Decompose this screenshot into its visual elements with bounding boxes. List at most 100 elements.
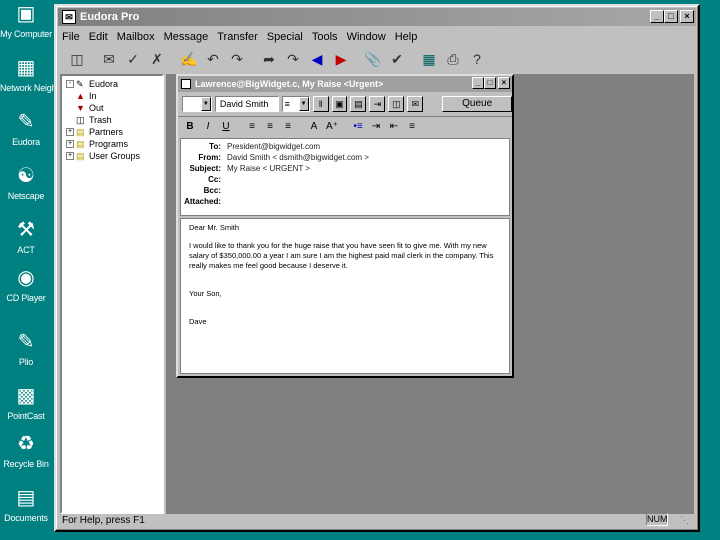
message-icon bbox=[181, 79, 191, 89]
message-maximize-button[interactable]: □ bbox=[484, 77, 496, 89]
bullet-list-icon[interactable]: •≡ bbox=[350, 119, 366, 135]
close-button[interactable]: × bbox=[680, 10, 694, 23]
body-name: Dave bbox=[189, 317, 207, 326]
trash-icon: ◫ bbox=[76, 114, 85, 125]
menu-mailbox[interactable]: Mailbox bbox=[117, 31, 155, 43]
message-titlebar[interactable]: Lawrence@BigWidget.c, My Raise <Urgent> … bbox=[178, 76, 512, 92]
attach-file-icon[interactable]: 📎 bbox=[362, 48, 384, 70]
next-message-icon[interactable]: ▶ bbox=[330, 48, 352, 70]
delete-message-icon[interactable]: ✗ bbox=[146, 48, 168, 70]
new-message-icon[interactable]: ✍ bbox=[178, 48, 200, 70]
menu-edit[interactable]: Edit bbox=[89, 31, 108, 43]
underline-button[interactable]: U bbox=[218, 119, 234, 135]
align-center-icon[interactable]: ≡ bbox=[262, 119, 278, 135]
chevron-down-icon[interactable]: ▼ bbox=[200, 97, 211, 111]
mailbox-tree: - ✎ Eudora ▲ In ▼ Out ◫ Trash + ▤ Partne… bbox=[60, 74, 164, 514]
to-field[interactable]: President@bigwidget.com bbox=[227, 142, 320, 151]
expand-icon[interactable]: + bbox=[66, 128, 74, 136]
indent-icon[interactable]: ⇥ bbox=[368, 119, 384, 135]
word-wrap-toggle[interactable]: ▤ bbox=[350, 96, 367, 112]
folder-programs[interactable]: + ▤ Programs bbox=[66, 138, 162, 150]
desktop-icon-act[interactable]: ⚒ ACT bbox=[0, 218, 52, 255]
align-left-icon[interactable]: ≡ bbox=[244, 119, 260, 135]
subject-field[interactable]: My Raise < URGENT > bbox=[227, 164, 310, 173]
send-queued-icon[interactable]: ✓ bbox=[122, 48, 144, 70]
desktop-icon-netscape[interactable]: ☯ Netscape bbox=[0, 164, 52, 201]
header-attached[interactable]: Attached: bbox=[181, 196, 509, 207]
menu-window[interactable]: Window bbox=[347, 31, 386, 43]
menu-file[interactable]: File bbox=[62, 31, 80, 43]
check-mail-icon[interactable]: ✉ bbox=[98, 48, 120, 70]
header-cc[interactable]: Cc: bbox=[181, 174, 509, 185]
expand-icon[interactable]: + bbox=[66, 152, 74, 160]
desktop-icon-plio[interactable]: ✎ Plio bbox=[0, 330, 52, 367]
from-field[interactable]: David Smith < dsmith@bigwidget.com > bbox=[227, 153, 369, 162]
desktop-icon-network[interactable]: ▦ Network Neighborhood bbox=[0, 56, 88, 93]
body-paragraph: I would like to thank you for the huge r… bbox=[189, 241, 494, 270]
outdent-icon[interactable]: ⇤ bbox=[386, 119, 402, 135]
minimize-button[interactable]: _ bbox=[650, 10, 664, 23]
redirect-icon[interactable]: ↷ bbox=[282, 48, 304, 70]
menu-special[interactable]: Special bbox=[267, 31, 303, 43]
mailbox-out[interactable]: ▼ Out bbox=[66, 102, 162, 114]
message-body[interactable]: Dear Mr. Smith I would like to thank you… bbox=[180, 218, 510, 374]
forward-icon[interactable]: ➦ bbox=[258, 48, 280, 70]
menu-help[interactable]: Help bbox=[395, 31, 418, 43]
bold-button[interactable]: B bbox=[182, 119, 198, 135]
folder-eudora[interactable]: - ✎ Eudora bbox=[66, 78, 162, 90]
app-title: Eudora Pro bbox=[80, 11, 140, 23]
font-size-icon[interactable]: A⁺ bbox=[324, 119, 340, 135]
maximize-button[interactable]: □ bbox=[664, 10, 678, 23]
mailbox-trash[interactable]: ◫ Trash bbox=[66, 114, 162, 126]
menu-tools[interactable]: Tools bbox=[312, 31, 338, 43]
menu-message[interactable]: Message bbox=[164, 31, 209, 43]
attachment-type-select[interactable]: ≡ ▼ bbox=[281, 96, 310, 112]
desktop-icon-cd-player[interactable]: ◉ CD Player bbox=[0, 266, 52, 303]
spell-check-icon[interactable]: ✔ bbox=[386, 48, 408, 70]
resize-grip-icon[interactable]: ⋱ bbox=[680, 515, 692, 527]
previous-message-icon[interactable]: ◀ bbox=[306, 48, 328, 70]
app-titlebar[interactable]: ✉ Eudora Pro _ □ × bbox=[58, 8, 696, 26]
folder-icon: ▤ bbox=[76, 126, 85, 137]
signature-select[interactable]: David Smith bbox=[214, 96, 279, 112]
folder-user-groups[interactable]: + ▤ User Groups bbox=[66, 150, 162, 162]
reply-icon[interactable]: ↶ bbox=[202, 48, 224, 70]
header-from[interactable]: From: David Smith < dsmith@bigwidget.com… bbox=[181, 152, 509, 163]
blockquote-icon[interactable]: ≡ bbox=[404, 119, 420, 135]
priority-select[interactable]: ▼ bbox=[182, 96, 212, 112]
italic-button[interactable]: I bbox=[200, 119, 216, 135]
desktop-icon-eudora[interactable]: ✎ Eudora bbox=[0, 110, 52, 147]
desktop-icon-pointcast[interactable]: ▩ PointCast bbox=[0, 384, 52, 421]
keep-copy-toggle[interactable]: ◫ bbox=[388, 96, 405, 112]
header-bcc[interactable]: Bcc: bbox=[181, 185, 509, 196]
quoted-printable-toggle[interactable]: ‖ bbox=[312, 96, 329, 112]
chevron-down-icon[interactable]: ▼ bbox=[298, 97, 309, 111]
desktop-icon-recycle-bin[interactable]: ♻ Recycle Bin bbox=[0, 432, 52, 469]
desktop-icon-documents[interactable]: ▤ Documents bbox=[0, 486, 52, 523]
eudora-app-icon[interactable]: ✉ bbox=[62, 10, 76, 24]
help-icon[interactable]: ? bbox=[466, 48, 488, 70]
desktop-icon-my-computer[interactable]: ▣ My Computer bbox=[0, 2, 52, 39]
message-headers: To: President@bigwidget.com From: David … bbox=[180, 138, 510, 216]
mailbox-in[interactable]: ▲ In bbox=[66, 90, 162, 102]
return-receipt-toggle[interactable]: ✉ bbox=[407, 96, 424, 112]
documents-folder-icon: ▤ bbox=[16, 487, 36, 509]
menu-transfer[interactable]: Transfer bbox=[217, 31, 258, 43]
font-color-icon[interactable]: A bbox=[306, 119, 322, 135]
text-as-attachment-toggle[interactable]: ▣ bbox=[331, 96, 348, 112]
message-minimize-button[interactable]: _ bbox=[472, 77, 484, 89]
align-right-icon[interactable]: ≡ bbox=[280, 119, 296, 135]
reply-all-icon[interactable]: ↷ bbox=[226, 48, 248, 70]
header-subject[interactable]: Subject: My Raise < URGENT > bbox=[181, 163, 509, 174]
act-icon: ⚒ bbox=[17, 219, 35, 241]
address-book-icon[interactable]: ▦ bbox=[418, 48, 440, 70]
queue-button[interactable]: Queue bbox=[442, 96, 513, 112]
folder-partners[interactable]: + ▤ Partners bbox=[66, 126, 162, 138]
collapse-icon[interactable]: - bbox=[66, 80, 74, 88]
print-icon[interactable]: ⎙ bbox=[442, 48, 464, 70]
tabs-in-body-toggle[interactable]: ⇥ bbox=[369, 96, 386, 112]
trash-icon[interactable]: ◫ bbox=[66, 48, 88, 70]
header-to[interactable]: To: President@bigwidget.com bbox=[181, 141, 509, 152]
message-close-button[interactable]: × bbox=[498, 77, 510, 89]
expand-icon[interactable]: + bbox=[66, 140, 74, 148]
